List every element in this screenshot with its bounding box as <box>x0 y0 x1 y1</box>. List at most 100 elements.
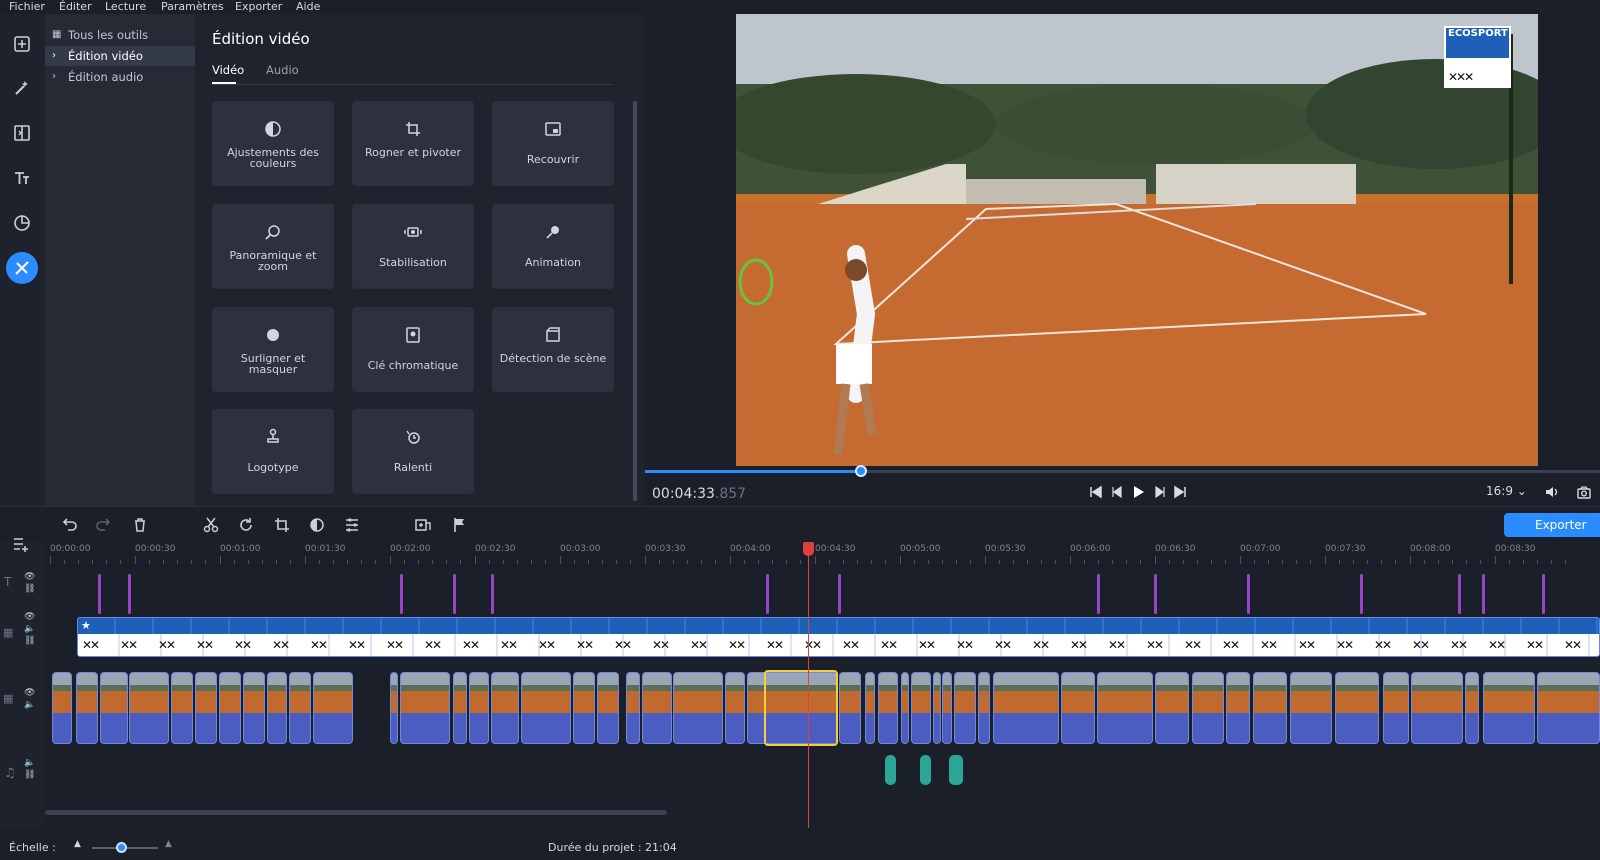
video-clip[interactable] <box>901 672 909 744</box>
snapshot-camera-icon[interactable] <box>1576 484 1592 500</box>
video-clip[interactable] <box>933 672 941 744</box>
video-clip[interactable] <box>597 672 619 744</box>
transitions-icon[interactable] <box>6 117 38 149</box>
video-clip[interactable] <box>491 672 519 744</box>
video-clip[interactable] <box>1192 672 1224 744</box>
add-track-icon[interactable] <box>12 536 30 552</box>
video-clip[interactable] <box>839 672 861 744</box>
frame-forward-icon[interactable] <box>1152 484 1168 500</box>
video-clip[interactable] <box>673 672 723 744</box>
volume-icon[interactable] <box>1544 484 1560 500</box>
video-clip[interactable] <box>573 672 595 744</box>
video-clip[interactable] <box>626 672 640 744</box>
video-preview[interactable]: ECOSPORT ✕✕✕ <box>736 14 1538 466</box>
insert-media-icon[interactable] <box>414 516 432 534</box>
tool-slow-motion[interactable]: Ralenti <box>352 409 474 494</box>
video-clip[interactable] <box>725 672 745 744</box>
marker[interactable] <box>1458 574 1461 614</box>
tools-icon[interactable] <box>6 252 38 284</box>
export-button[interactable]: Exporter <box>1504 513 1600 537</box>
panel-scrollbar[interactable] <box>633 101 637 501</box>
eye-icon[interactable]: 👁 <box>24 688 35 698</box>
scale-slider-handle[interactable] <box>116 842 127 853</box>
menu-parametres[interactable]: Paramètres <box>161 0 224 14</box>
eye-icon[interactable]: 👁 <box>24 612 35 622</box>
menu-lecture[interactable]: Lecture <box>105 0 146 14</box>
tool-color-adjustments[interactable]: Ajustements des couleurs <box>212 101 334 186</box>
video-clip[interactable] <box>267 672 287 744</box>
cut-icon[interactable] <box>202 516 220 534</box>
video-clip[interactable] <box>1253 672 1287 744</box>
clip-properties-icon[interactable] <box>343 516 361 534</box>
magic-icon[interactable] <box>6 72 38 104</box>
video-clip[interactable] <box>171 672 193 744</box>
video-clip[interactable] <box>195 672 217 744</box>
video-clip[interactable] <box>400 672 450 744</box>
aspect-ratio-select[interactable]: 16:9 ⌄ <box>1486 484 1527 498</box>
speaker-icon[interactable]: 🔈 <box>24 758 35 768</box>
undo-icon[interactable] <box>60 516 78 534</box>
import-icon[interactable] <box>6 28 38 60</box>
video-clip[interactable] <box>1155 672 1189 744</box>
tool-overlay[interactable]: Recouvrir <box>492 101 614 186</box>
link-icon[interactable]: ⛓ <box>24 770 35 780</box>
tool-scene-detection[interactable]: Détection de scène <box>492 307 614 392</box>
marker[interactable] <box>1154 574 1157 614</box>
rotate-icon[interactable] <box>237 516 255 534</box>
marker[interactable] <box>1542 574 1545 614</box>
frame-back-icon[interactable] <box>1109 484 1125 500</box>
video-clip[interactable] <box>865 672 875 744</box>
tool-crop-rotate[interactable]: Rogner et pivoter <box>352 101 474 186</box>
skip-end-icon[interactable] <box>1172 484 1188 500</box>
timeline-scrollbar[interactable] <box>45 810 667 815</box>
marker[interactable] <box>1482 574 1485 614</box>
tool-pan-zoom[interactable]: Panoramique et zoom <box>212 204 334 289</box>
video-clip[interactable] <box>1335 672 1379 744</box>
marker[interactable] <box>838 574 841 614</box>
zoom-in-icon[interactable]: ▲ <box>165 839 172 849</box>
video-clip[interactable] <box>642 672 672 744</box>
playhead[interactable] <box>808 542 809 828</box>
video-clip[interactable] <box>1226 672 1250 744</box>
menu-exporter[interactable]: Exporter <box>235 0 282 14</box>
play-icon[interactable] <box>1130 484 1146 500</box>
marker[interactable] <box>453 574 456 614</box>
timeline[interactable]: 00:00:00 00:00:30 00:01:00 00:01:30 00:02:00… <box>45 542 1600 828</box>
eye-icon[interactable]: 👁 <box>24 572 35 582</box>
video-clip[interactable] <box>243 672 265 744</box>
video-clip[interactable] <box>1383 672 1409 744</box>
music-clip[interactable] <box>885 755 896 785</box>
video-clip[interactable] <box>219 672 241 744</box>
logo-overlay-clip[interactable]: ★ ✕✕ ✕✕ ✕✕ ✕✕ ✕✕ ✕✕ ✕✕ ✕✕ ✕✕ ✕✕ ✕✕ ✕✕ ✕✕ ✕✕ ✕✕ ✕✕ ✕✕ ✕✕ ✕✕… <box>77 617 1600 657</box>
video-clip[interactable] <box>1537 672 1600 744</box>
marker[interactable] <box>1360 574 1363 614</box>
video-clip[interactable] <box>76 672 98 744</box>
video-clip[interactable] <box>1097 672 1153 744</box>
titles-icon[interactable] <box>6 162 38 194</box>
playhead-handle[interactable] <box>803 542 814 556</box>
video-clip[interactable] <box>1465 672 1479 744</box>
speaker-icon[interactable]: 🔈 <box>24 700 35 710</box>
video-clip[interactable] <box>1290 672 1332 744</box>
tree-item-all-tools[interactable]: ▦ Tous les outils <box>45 25 195 45</box>
menu-aide[interactable]: Aide <box>296 0 320 14</box>
menu-fichier[interactable]: Fichier <box>9 0 45 14</box>
tool-stabilization[interactable]: Stabilisation <box>352 204 474 289</box>
music-clip[interactable] <box>949 755 963 785</box>
tab-video[interactable]: Vidéo <box>212 63 244 77</box>
video-clip[interactable] <box>954 672 976 744</box>
stickers-icon[interactable] <box>6 207 38 239</box>
color-icon[interactable] <box>308 516 326 534</box>
tool-highlight-mask[interactable]: Surligner et masquer <box>212 307 334 392</box>
video-clip[interactable] <box>942 672 952 744</box>
time-ruler[interactable]: 00:00:00 00:00:30 00:01:00 00:01:30 00:02:00… <box>45 542 1600 564</box>
seek-handle[interactable] <box>855 465 867 477</box>
video-clip[interactable] <box>289 672 311 744</box>
video-clip[interactable] <box>521 672 571 744</box>
video-clip[interactable] <box>993 672 1059 744</box>
tool-chroma-key[interactable]: Clé chromatique <box>352 307 474 392</box>
marker[interactable] <box>766 574 769 614</box>
skip-start-icon[interactable] <box>1088 484 1104 500</box>
video-clip[interactable] <box>1483 672 1535 744</box>
flag-marker-icon[interactable] <box>450 516 468 534</box>
